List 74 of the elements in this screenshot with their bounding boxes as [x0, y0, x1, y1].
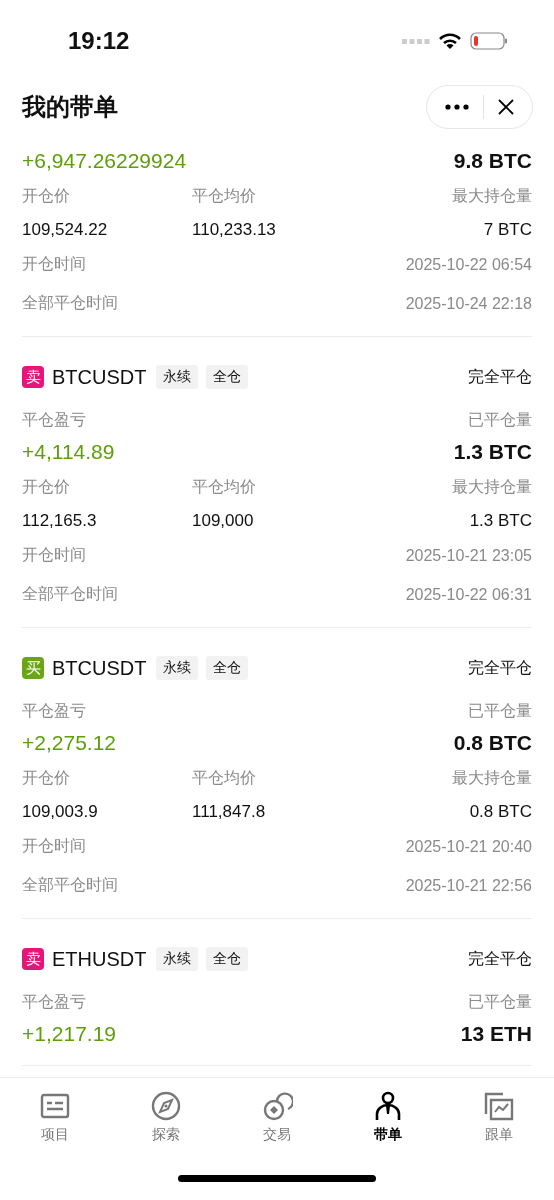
field-value: 111,847.8	[192, 802, 267, 822]
field-label: 平仓盈亏	[22, 991, 86, 1012]
time-value: 2025-10-21 20:40	[405, 837, 532, 856]
tag-label: 全仓	[206, 365, 249, 389]
tab-item[interactable]: 项目	[0, 1078, 111, 1156]
compass-icon	[150, 1090, 183, 1122]
tab-item[interactable]: 跟单	[443, 1078, 554, 1156]
tag-label: 全仓	[206, 656, 249, 680]
field-label: 已平仓量	[468, 409, 532, 430]
field-label: 最大持仓量	[452, 768, 532, 788]
signal-icon	[402, 38, 430, 44]
field-label: 开仓时间	[22, 254, 86, 274]
chart-icon	[482, 1090, 515, 1122]
field-label: 已平仓量	[468, 700, 532, 721]
field-value: 7 BTC	[483, 220, 532, 240]
symbol-name: BTCUSDT	[52, 656, 147, 680]
tag-label: 永续	[156, 365, 199, 389]
coins-icon	[261, 1090, 293, 1122]
side-badge: 卖	[22, 366, 44, 388]
clock-time: 19:12	[68, 27, 130, 55]
field-label: 最大持仓量	[452, 477, 532, 497]
quantity-value: 1.3 BTC	[453, 440, 532, 464]
field-value: 109,003.9	[22, 802, 99, 822]
page-title: 我的带单	[22, 92, 118, 122]
time-value: 2025-10-21 22:56	[405, 876, 532, 895]
field-value: 110,233.13	[192, 220, 277, 240]
field-label: 开仓价	[22, 768, 71, 788]
time-value: 2025-10-21 23:05	[405, 546, 532, 565]
wifi-icon	[438, 32, 462, 50]
field-label: 最大持仓量	[452, 186, 532, 206]
tab-item[interactable]: 探索	[110, 1078, 222, 1156]
tab-item[interactable]: 交易	[221, 1078, 333, 1156]
field-label: 平仓盈亏	[22, 409, 86, 430]
pnl-value: +1,217.19	[22, 1022, 116, 1046]
order-status: 完全平仓	[468, 948, 532, 969]
field-label: 开仓时间	[22, 545, 86, 565]
order-status: 完全平仓	[468, 657, 532, 678]
tag-label: 全仓	[206, 947, 249, 971]
pnl-value: +4,114.89	[22, 440, 115, 464]
quantity-value: 9.8 BTC	[453, 149, 532, 173]
field-label: 全部平仓时间	[22, 875, 118, 895]
field-value: 0.8 BTC	[469, 802, 532, 822]
time-value: 2025-10-24 22:18	[405, 294, 532, 313]
field-value: 109,524.22	[22, 220, 109, 240]
quantity-value: 0.8 BTC	[453, 731, 532, 755]
field-value: 109,000	[192, 511, 255, 531]
tag-label: 永续	[156, 947, 199, 971]
pnl-value: +6,947.26229924	[22, 149, 187, 173]
field-label: 开仓价	[22, 477, 71, 497]
side-badge: 卖	[22, 948, 44, 970]
order-status: 完全平仓	[468, 366, 532, 387]
field-label: 全部平仓时间	[22, 293, 118, 313]
close-icon	[498, 99, 514, 115]
time-value: 2025-10-22 06:54	[405, 255, 532, 274]
field-value: 112,165.3	[22, 511, 98, 531]
field-value: 1.3 BTC	[469, 511, 532, 531]
symbol-name: ETHUSDT	[52, 947, 147, 971]
field-label: 平仓均价	[192, 186, 257, 206]
field-label: 开仓时间	[22, 836, 86, 856]
battery-icon	[470, 32, 508, 50]
more-icon	[445, 104, 469, 110]
side-badge: 买	[22, 657, 44, 679]
field-label: 平仓盈亏	[22, 700, 86, 721]
quantity-value: 13 ETH	[460, 1022, 532, 1046]
tab-item[interactable]: 带单	[332, 1078, 444, 1156]
symbol-name: BTCUSDT	[52, 365, 147, 389]
pnl-value: +2,275.12	[22, 731, 116, 755]
field-label: 开仓价	[22, 186, 71, 206]
field-label: 平仓均价	[192, 768, 257, 788]
tag-label: 永续	[156, 656, 199, 680]
field-label: 平仓均价	[192, 477, 257, 497]
field-label: 已平仓量	[468, 991, 532, 1012]
time-value: 2025-10-22 06:31	[405, 585, 532, 604]
field-label: 全部平仓时间	[22, 584, 118, 604]
